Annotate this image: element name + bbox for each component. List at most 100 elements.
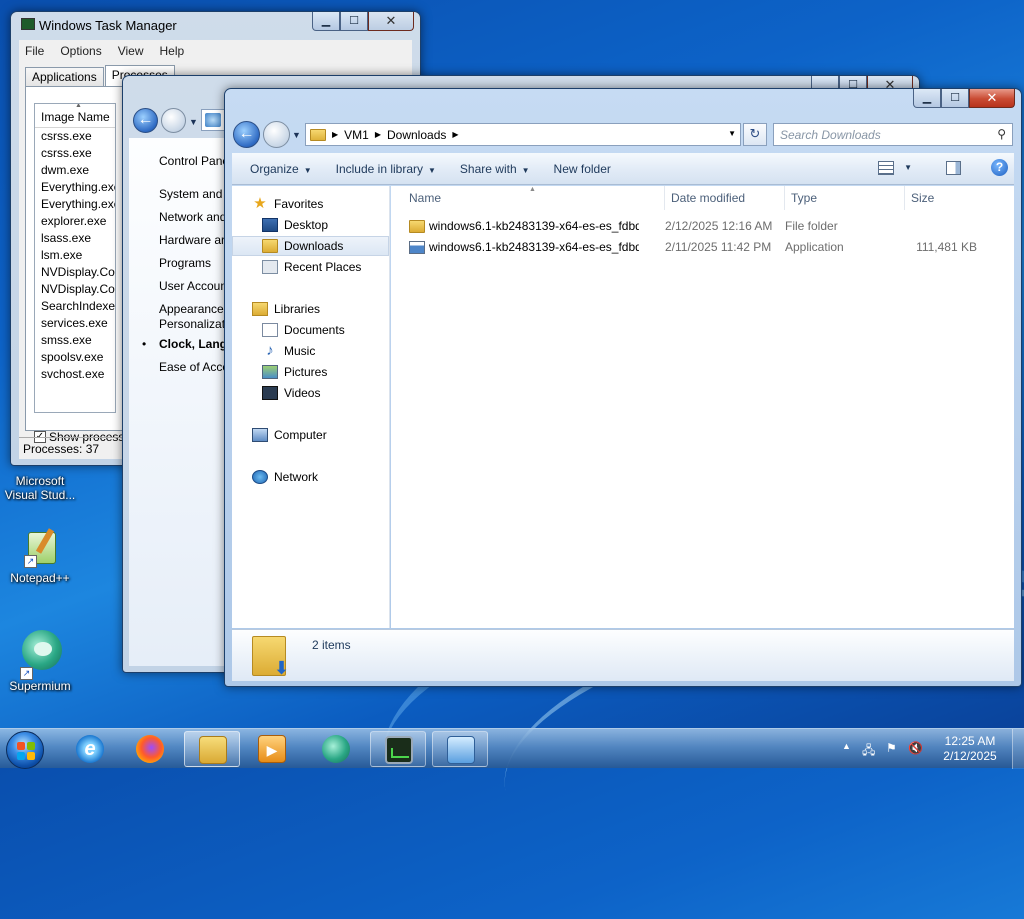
- maximize-button[interactable]: ☐: [941, 89, 969, 108]
- maximize-button[interactable]: ☐: [340, 12, 368, 31]
- file-name[interactable]: windows6.1-kb2483139-x64-es-es_fdbdf4...: [409, 240, 639, 254]
- process-row[interactable]: lsm.exe: [35, 247, 115, 264]
- process-row[interactable]: spoolsv.exe: [35, 349, 115, 366]
- category-personalization-link[interactable]: Personalizati: [159, 317, 228, 331]
- help-icon[interactable]: ?: [991, 159, 1008, 176]
- process-row[interactable]: smss.exe: [35, 332, 115, 349]
- close-button[interactable]: ✕: [969, 89, 1015, 108]
- volume-muted-icon[interactable]: 🔇: [908, 741, 923, 755]
- menu-view[interactable]: View: [118, 44, 144, 58]
- process-row[interactable]: NVDisplay.Co...: [35, 264, 115, 281]
- search-icon[interactable]: ⚲: [997, 127, 1006, 141]
- nav-network[interactable]: Network: [232, 467, 389, 487]
- clock[interactable]: 12:25 AM 2/12/2025: [930, 734, 1010, 764]
- process-row[interactable]: Everything.exe: [35, 179, 115, 196]
- process-row[interactable]: svchost.exe: [35, 366, 115, 383]
- category-user-accounts-link[interactable]: User Accoun: [159, 279, 227, 293]
- nav-desktop[interactable]: Desktop: [232, 215, 389, 235]
- file-row[interactable]: windows6.1-kb2483139-x64-es-es_fdbdf4...…: [391, 237, 1014, 257]
- desktop-icon-notepad-plus-plus[interactable]: ↗ Notepad++: [0, 528, 80, 585]
- process-row[interactable]: csrss.exe: [35, 145, 115, 162]
- column-image-name[interactable]: Image Name ▲: [35, 104, 115, 128]
- breadcrumb-arrow-icon[interactable]: ▶: [375, 130, 381, 139]
- start-button[interactable]: [6, 731, 44, 769]
- back-button[interactable]: ←: [133, 108, 158, 133]
- change-view-icon[interactable]: [878, 160, 895, 175]
- nav-documents[interactable]: Documents: [232, 320, 389, 340]
- category-system-link[interactable]: System and: [159, 187, 222, 201]
- nav-favorites[interactable]: ★ Favorites: [232, 194, 389, 214]
- process-row[interactable]: services.exe: [35, 315, 115, 332]
- process-list[interactable]: Image Name ▲ csrss.exe csrss.exe dwm.exe Ev…: [34, 103, 116, 413]
- column-type[interactable]: Type: [785, 186, 905, 210]
- breadcrumb-arrow-icon[interactable]: ▶: [332, 130, 338, 139]
- explorer-window[interactable]: ▁ ☐ ✕ ← ▼ ▶ VM1 ▶ Downloads ▶ ▼ ↻ Search…: [224, 88, 1022, 687]
- process-row[interactable]: NVDisplay.Co...: [35, 281, 115, 298]
- nav-downloads[interactable]: Downloads: [232, 236, 389, 256]
- desktop-icon-supermium[interactable]: ↗ Supermium: [0, 630, 80, 693]
- address-bar[interactable]: ▶ VM1 ▶ Downloads ▶ ▼: [305, 123, 741, 146]
- menu-help[interactable]: Help: [160, 44, 185, 58]
- process-row[interactable]: dwm.exe: [35, 162, 115, 179]
- share-with-button[interactable]: Share with ▼: [448, 162, 542, 176]
- process-row[interactable]: explorer.exe: [35, 213, 115, 230]
- category-appearance-link[interactable]: Appearance: [159, 302, 224, 316]
- process-row[interactable]: SearchIndexe...: [35, 298, 115, 315]
- minimize-button[interactable]: ▁: [312, 12, 340, 31]
- control-panel-home-link[interactable]: Control Pane: [159, 154, 229, 168]
- show-hidden-icons-button[interactable]: ▲: [842, 741, 851, 751]
- menu-file[interactable]: File: [25, 44, 44, 58]
- menu-options[interactable]: Options: [60, 44, 101, 58]
- recent-pages-dropdown-icon[interactable]: ▼: [292, 130, 301, 140]
- breadcrumb-downloads[interactable]: Downloads: [387, 128, 446, 142]
- recent-pages-dropdown-icon[interactable]: ▼: [189, 117, 198, 127]
- file-row[interactable]: windows6.1-kb2483139-x64-es-es_fdbdf4...…: [391, 216, 1014, 236]
- nav-music[interactable]: ♪ Music: [232, 341, 389, 361]
- process-row[interactable]: csrss.exe: [35, 128, 115, 145]
- column-date-modified[interactable]: Date modified: [665, 186, 785, 210]
- search-input[interactable]: Search Downloads ⚲: [773, 123, 1013, 146]
- new-folder-button[interactable]: New folder: [542, 162, 623, 176]
- refresh-button[interactable]: ↻: [743, 123, 767, 146]
- taskbar-firefox[interactable]: [122, 731, 178, 767]
- column-size[interactable]: Size: [905, 186, 985, 210]
- category-ease-of-access-link[interactable]: Ease of Acce: [159, 360, 229, 374]
- address-history-dropdown-icon[interactable]: ▼: [728, 129, 736, 138]
- tab-applications[interactable]: Applications: [25, 67, 104, 86]
- include-in-library-button[interactable]: Include in library ▼: [324, 162, 448, 176]
- view-dropdown-icon[interactable]: ▼: [904, 163, 912, 172]
- nav-videos[interactable]: Videos: [232, 383, 389, 403]
- process-row[interactable]: Everything.exe: [35, 196, 115, 213]
- taskbar-windows-explorer[interactable]: [184, 731, 240, 767]
- category-network-link[interactable]: Network and: [159, 210, 226, 224]
- action-center-flag-icon[interactable]: ⚑: [886, 741, 897, 755]
- network-status-icon[interactable]: 🖧: [862, 741, 875, 762]
- breadcrumb-arrow-icon[interactable]: ▶: [452, 130, 458, 139]
- organize-button[interactable]: Organize ▼: [232, 162, 324, 176]
- forward-button[interactable]: [263, 121, 290, 148]
- nav-libraries[interactable]: Libraries: [232, 299, 389, 319]
- nav-label: Documents: [284, 323, 345, 337]
- taskbar-task-manager[interactable]: [370, 731, 426, 767]
- process-row[interactable]: lsass.exe: [35, 230, 115, 247]
- file-list[interactable]: Name ▲ Date modified Type Size windows6.…: [391, 186, 1014, 628]
- taskbar-media-player[interactable]: ▶: [244, 731, 300, 767]
- taskbar-control-panel[interactable]: [432, 731, 488, 767]
- back-button[interactable]: ←: [233, 121, 260, 148]
- taskbar-supermium[interactable]: [308, 731, 364, 767]
- close-button[interactable]: ✕: [368, 12, 414, 31]
- category-hardware-link[interactable]: Hardware ar: [159, 233, 225, 247]
- category-programs-link[interactable]: Programs: [159, 256, 211, 270]
- preview-pane-icon[interactable]: [946, 160, 961, 175]
- forward-button[interactable]: [161, 108, 186, 133]
- desktop-icon-visual-studio[interactable]: Microsoft Visual Stud...: [0, 474, 80, 502]
- breadcrumb-vm1[interactable]: VM1: [344, 128, 369, 142]
- nav-pictures[interactable]: Pictures: [232, 362, 389, 382]
- column-name[interactable]: Name ▲: [403, 186, 665, 210]
- show-desktop-button[interactable]: [1012, 729, 1024, 769]
- taskbar-internet-explorer[interactable]: e: [62, 731, 118, 767]
- minimize-button[interactable]: ▁: [913, 89, 941, 108]
- nav-computer[interactable]: Computer: [232, 425, 389, 445]
- file-name[interactable]: windows6.1-kb2483139-x64-es-es_fdbdf4...: [409, 219, 639, 233]
- nav-recent-places[interactable]: Recent Places: [232, 257, 389, 277]
